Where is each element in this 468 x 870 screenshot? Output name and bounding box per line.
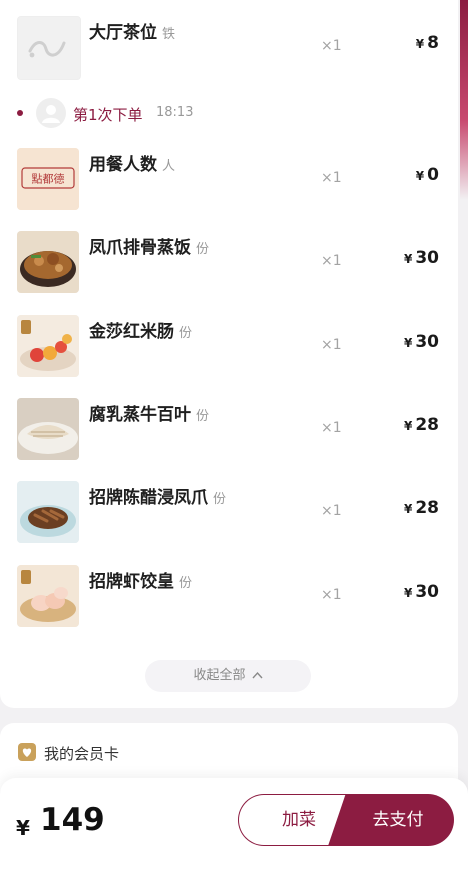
- item-unit: 铁: [162, 27, 176, 42]
- item-name: 招牌陈醋浸凤爪份: [89, 488, 227, 508]
- user-avatar-icon: [36, 98, 66, 128]
- pay-button[interactable]: 去支付: [328, 794, 454, 846]
- item-name: 大厅茶位铁: [89, 23, 176, 43]
- item-price: ¥28: [403, 415, 439, 435]
- item-price: ¥28: [403, 498, 439, 518]
- list-item[interactable]: 點都德 用餐人数人 ×1 ¥0: [17, 148, 447, 212]
- shrimp-dumpling-photo: [17, 565, 79, 627]
- item-unit: 份: [213, 492, 227, 507]
- item-quantity: ×1: [321, 253, 342, 269]
- order-round-label: 第1次下单: [73, 106, 143, 124]
- list-item[interactable]: 金莎红米肠份 ×1 ¥30: [17, 315, 447, 379]
- chicken-feet-photo: [17, 481, 79, 543]
- item-quantity: ×1: [321, 587, 342, 603]
- order-list-card: 大厅茶位铁 ×1 ¥8 第1次下单 18:13 點都德 用餐人数人 ×1 ¥0: [0, 0, 458, 708]
- item-unit: 份: [179, 576, 193, 591]
- action-buttons: 加菜 去支付: [238, 794, 454, 846]
- item-price: ¥30: [403, 332, 439, 352]
- item-quantity: ×1: [321, 170, 342, 186]
- list-item[interactable]: 凤爪排骨蒸饭份 ×1 ¥30: [17, 231, 447, 295]
- checkout-bar: ¥ 149 加菜 去支付: [0, 778, 468, 870]
- item-name: 用餐人数人: [89, 155, 176, 175]
- squiggle-placeholder-icon: [17, 16, 81, 80]
- list-item[interactable]: 招牌陈醋浸凤爪份 ×1 ¥28: [17, 481, 447, 545]
- item-name: 腐乳蒸牛百叶份: [89, 405, 210, 425]
- item-name: 凤爪排骨蒸饭份: [89, 238, 210, 258]
- heart-badge-icon: [18, 743, 36, 761]
- item-unit: 份: [179, 326, 193, 341]
- order-round-header: 第1次下单 18:13: [17, 98, 317, 130]
- total-currency: ¥: [16, 816, 30, 840]
- item-quantity: ×1: [321, 337, 342, 353]
- item-unit: 份: [196, 242, 210, 257]
- item-price: ¥30: [403, 248, 439, 268]
- chevron-up-icon: [251, 660, 263, 692]
- claypot-rice-photo: [17, 231, 79, 293]
- item-price: ¥0: [415, 165, 439, 185]
- list-item[interactable]: 大厅茶位铁 ×1 ¥8: [17, 16, 447, 80]
- order-round-time: 18:13: [156, 105, 194, 120]
- total-amount: 149: [40, 802, 105, 838]
- bullet-dot: [17, 110, 23, 116]
- item-quantity: ×1: [321, 503, 342, 519]
- scroll-indicator: [460, 0, 468, 200]
- item-price: ¥8: [415, 33, 439, 53]
- list-item[interactable]: 招牌虾饺皇份 ×1 ¥30: [17, 565, 447, 629]
- item-unit: 人: [162, 159, 176, 174]
- collapse-all-button[interactable]: 收起全部: [145, 660, 311, 692]
- collapse-all-label: 收起全部: [193, 668, 246, 683]
- item-name: 招牌虾饺皇份: [89, 572, 193, 592]
- item-quantity: ×1: [321, 38, 342, 54]
- member-card-label: 我的会员卡: [44, 745, 120, 763]
- item-price: ¥30: [403, 582, 439, 602]
- list-item[interactable]: 腐乳蒸牛百叶份 ×1 ¥28: [17, 398, 447, 462]
- svg-text:點都德: 點都德: [32, 172, 65, 186]
- item-quantity: ×1: [321, 420, 342, 436]
- restaurant-logo: 點都德: [17, 148, 79, 210]
- rice-roll-photo: [17, 315, 79, 377]
- tripe-photo: [17, 398, 79, 460]
- item-unit: 份: [196, 409, 210, 424]
- item-name: 金莎红米肠份: [89, 322, 193, 342]
